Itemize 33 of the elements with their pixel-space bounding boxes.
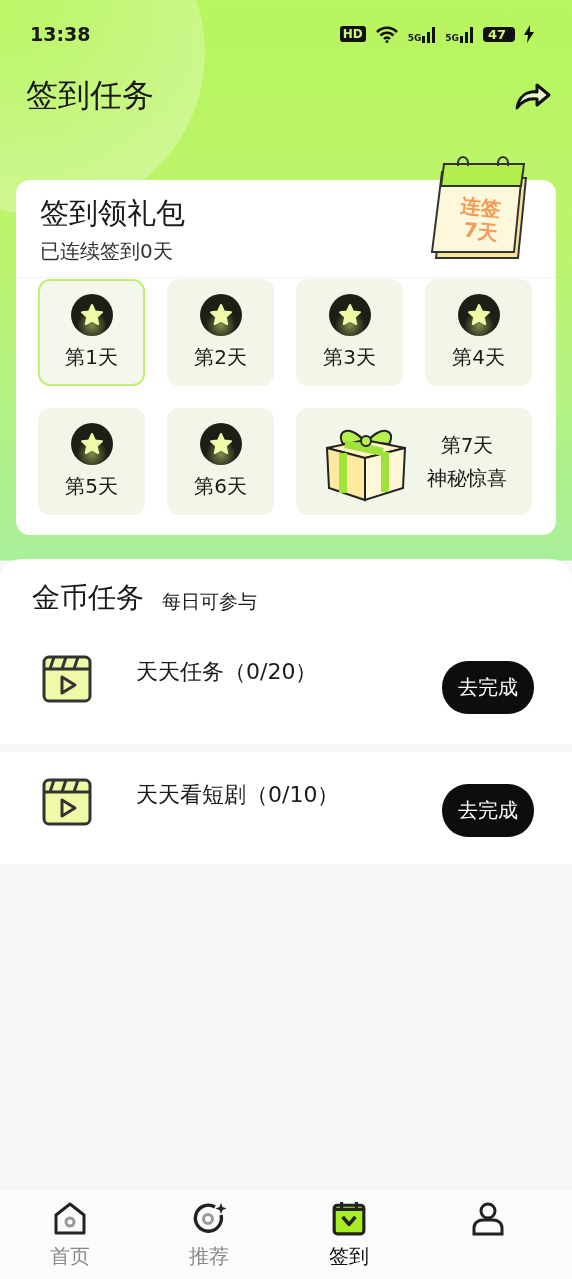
day-tile[interactable]: 第3天 bbox=[296, 279, 403, 386]
signal-indicator: 5G bbox=[445, 25, 474, 43]
nav-tab[interactable]: 签到 bbox=[279, 1201, 419, 1279]
section-subtitle: 每日可参与 bbox=[162, 589, 257, 614]
section-title: 金币任务 bbox=[32, 580, 144, 616]
share-icon[interactable] bbox=[514, 81, 552, 111]
signal-indicator: 5G bbox=[407, 25, 437, 43]
card-title: 签到领礼包 bbox=[40, 195, 185, 232]
battery-indicator: 47 bbox=[483, 26, 515, 42]
day-tile[interactable]: 第2天 bbox=[167, 279, 274, 386]
charging-icon bbox=[524, 25, 534, 43]
star-coin-icon bbox=[70, 294, 113, 336]
hd-indicator: HD bbox=[339, 26, 366, 42]
task-title: 天天看短剧（0/10） bbox=[136, 781, 341, 809]
day-tile[interactable]: 第4天 bbox=[425, 279, 532, 386]
page-title: 签到任务 bbox=[26, 75, 155, 116]
complete-button[interactable]: 去完成 bbox=[442, 661, 534, 714]
star-coin-icon bbox=[328, 294, 371, 336]
star-coin-icon bbox=[199, 423, 242, 465]
nav-tab[interactable]: 推荐 bbox=[139, 1201, 279, 1279]
complete-button[interactable]: 去完成 bbox=[442, 784, 534, 837]
day-tile[interactable]: 第1天 bbox=[38, 279, 145, 386]
streak-text: 已连续签到0天 bbox=[40, 238, 174, 265]
star-coin-icon bbox=[70, 423, 113, 465]
clock: 13:38 bbox=[30, 23, 92, 45]
star-coin-icon bbox=[199, 294, 242, 336]
task-title: 天天任务（0/20） bbox=[136, 658, 319, 686]
person-icon bbox=[470, 1201, 507, 1237]
day-tile[interactable]: 第5天 bbox=[38, 408, 145, 515]
day-tile[interactable]: 第7天 神秘惊喜 bbox=[296, 408, 532, 515]
day-tile[interactable]: 第6天 bbox=[167, 408, 274, 515]
wifi-icon bbox=[374, 25, 399, 43]
star-coin-icon bbox=[457, 294, 500, 336]
